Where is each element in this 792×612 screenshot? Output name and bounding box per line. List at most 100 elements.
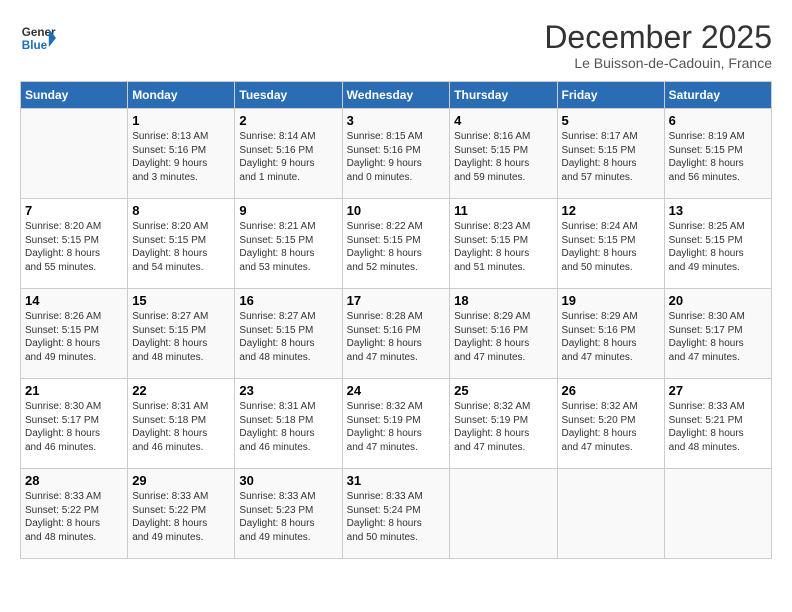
calendar-cell: 16 Sunrise: 8:27 AMSunset: 5:15 PMDayligh… xyxy=(235,289,342,379)
day-number: 16 xyxy=(239,293,337,308)
day-number: 26 xyxy=(562,383,660,398)
day-info: Sunrise: 8:33 AMSunset: 5:21 PMDaylight:… xyxy=(669,400,767,454)
calendar-week-row: 28 Sunrise: 8:33 AMSunset: 5:22 PMDayligh… xyxy=(21,469,772,559)
calendar-week-row: 7 Sunrise: 8:20 AMSunset: 5:15 PMDaylight… xyxy=(21,199,772,289)
day-info: Sunrise: 8:29 AMSunset: 5:16 PMDaylight:… xyxy=(454,310,552,364)
calendar-cell xyxy=(557,469,664,559)
calendar-cell: 29 Sunrise: 8:33 AMSunset: 5:22 PMDayligh… xyxy=(128,469,235,559)
day-number: 30 xyxy=(239,473,337,488)
header-friday: Friday xyxy=(557,82,664,109)
day-info: Sunrise: 8:13 AMSunset: 5:16 PMDaylight:… xyxy=(132,130,230,184)
calendar-cell: 10 Sunrise: 8:22 AMSunset: 5:15 PMDayligh… xyxy=(342,199,450,289)
day-number: 11 xyxy=(454,203,552,218)
calendar-cell: 11 Sunrise: 8:23 AMSunset: 5:15 PMDayligh… xyxy=(450,199,557,289)
calendar-cell: 24Sunrise: 8:32 AMSunset: 5:19 PMDayligh… xyxy=(342,379,450,469)
calendar-header-row: SundayMondayTuesdayWednesdayThursdayFrid… xyxy=(21,82,772,109)
day-number: 29 xyxy=(132,473,230,488)
day-info: Sunrise: 8:28 AMSunset: 5:16 PMDaylight:… xyxy=(347,310,446,364)
calendar-cell: 3 Sunrise: 8:15 AMSunset: 5:16 PMDaylight… xyxy=(342,109,450,199)
calendar-cell: 1 Sunrise: 8:13 AMSunset: 5:16 PMDaylight… xyxy=(128,109,235,199)
calendar-week-row: 1 Sunrise: 8:13 AMSunset: 5:16 PMDaylight… xyxy=(21,109,772,199)
calendar-week-row: 21Sunrise: 8:30 AMSunset: 5:17 PMDayligh… xyxy=(21,379,772,469)
day-info: Sunrise: 8:29 AMSunset: 5:16 PMDaylight:… xyxy=(562,310,660,364)
day-info: Sunrise: 8:22 AMSunset: 5:15 PMDaylight:… xyxy=(347,220,446,274)
header-wednesday: Wednesday xyxy=(342,82,450,109)
day-number: 13 xyxy=(669,203,767,218)
day-number: 31 xyxy=(347,473,446,488)
day-number: 8 xyxy=(132,203,230,218)
day-number: 22 xyxy=(132,383,230,398)
day-info: Sunrise: 8:20 AMSunset: 5:15 PMDaylight:… xyxy=(132,220,230,274)
calendar-cell: 27 Sunrise: 8:33 AMSunset: 5:21 PMDayligh… xyxy=(664,379,771,469)
calendar-cell: 12 Sunrise: 8:24 AMSunset: 5:15 PMDayligh… xyxy=(557,199,664,289)
day-info: Sunrise: 8:31 AMSunset: 5:18 PMDaylight:… xyxy=(239,400,337,454)
calendar-cell xyxy=(664,469,771,559)
day-info: Sunrise: 8:33 AMSunset: 5:22 PMDaylight:… xyxy=(132,490,230,544)
day-number: 12 xyxy=(562,203,660,218)
calendar-cell: 2 Sunrise: 8:14 AMSunset: 5:16 PMDaylight… xyxy=(235,109,342,199)
page-header: General Blue December 2025 Le Buisson-de… xyxy=(20,20,772,71)
day-number: 19 xyxy=(562,293,660,308)
calendar-cell: 30 Sunrise: 8:33 AMSunset: 5:23 PMDayligh… xyxy=(235,469,342,559)
calendar-cell: 26 Sunrise: 8:32 AMSunset: 5:20 PMDayligh… xyxy=(557,379,664,469)
day-info: Sunrise: 8:33 AMSunset: 5:22 PMDaylight:… xyxy=(25,490,123,544)
header-monday: Monday xyxy=(128,82,235,109)
calendar-week-row: 14 Sunrise: 8:26 AMSunset: 5:15 PMDayligh… xyxy=(21,289,772,379)
day-info: Sunrise: 8:32 AMSunset: 5:20 PMDaylight:… xyxy=(562,400,660,454)
day-number: 7 xyxy=(25,203,123,218)
day-info: Sunrise: 8:32 AMSunset: 5:19 PMDaylight:… xyxy=(347,400,446,454)
calendar-cell: 5 Sunrise: 8:17 AMSunset: 5:15 PMDaylight… xyxy=(557,109,664,199)
title-section: December 2025 Le Buisson-de-Cadouin, Fra… xyxy=(544,20,772,71)
day-number: 9 xyxy=(239,203,337,218)
day-number: 20 xyxy=(669,293,767,308)
logo-icon: General Blue xyxy=(20,20,56,56)
calendar-cell: 8 Sunrise: 8:20 AMSunset: 5:15 PMDaylight… xyxy=(128,199,235,289)
calendar-cell: 9Sunrise: 8:21 AMSunset: 5:15 PMDaylight… xyxy=(235,199,342,289)
day-info: Sunrise: 8:16 AMSunset: 5:15 PMDaylight:… xyxy=(454,130,552,184)
calendar-cell: 15Sunrise: 8:27 AMSunset: 5:15 PMDayligh… xyxy=(128,289,235,379)
day-info: Sunrise: 8:32 AMSunset: 5:19 PMDaylight:… xyxy=(454,400,552,454)
day-number: 3 xyxy=(347,113,446,128)
calendar-cell: 7 Sunrise: 8:20 AMSunset: 5:15 PMDaylight… xyxy=(21,199,128,289)
day-info: Sunrise: 8:17 AMSunset: 5:15 PMDaylight:… xyxy=(562,130,660,184)
header-thursday: Thursday xyxy=(450,82,557,109)
day-number: 27 xyxy=(669,383,767,398)
calendar-cell: 18 Sunrise: 8:29 AMSunset: 5:16 PMDayligh… xyxy=(450,289,557,379)
day-number: 28 xyxy=(25,473,123,488)
day-number: 5 xyxy=(562,113,660,128)
calendar-cell: 6 Sunrise: 8:19 AMSunset: 5:15 PMDaylight… xyxy=(664,109,771,199)
day-number: 14 xyxy=(25,293,123,308)
day-info: Sunrise: 8:30 AMSunset: 5:17 PMDaylight:… xyxy=(669,310,767,364)
month-title: December 2025 xyxy=(544,20,772,55)
calendar-cell: 31 Sunrise: 8:33 AMSunset: 5:24 PMDayligh… xyxy=(342,469,450,559)
calendar-cell: 25 Sunrise: 8:32 AMSunset: 5:19 PMDayligh… xyxy=(450,379,557,469)
day-info: Sunrise: 8:30 AMSunset: 5:17 PMDaylight:… xyxy=(25,400,123,454)
day-number: 23 xyxy=(239,383,337,398)
calendar-cell: 4 Sunrise: 8:16 AMSunset: 5:15 PMDaylight… xyxy=(450,109,557,199)
day-number: 1 xyxy=(132,113,230,128)
location-subtitle: Le Buisson-de-Cadouin, France xyxy=(544,55,772,71)
day-number: 2 xyxy=(239,113,337,128)
day-info: Sunrise: 8:14 AMSunset: 5:16 PMDaylight:… xyxy=(239,130,337,184)
day-info: Sunrise: 8:23 AMSunset: 5:15 PMDaylight:… xyxy=(454,220,552,274)
calendar-cell: 21Sunrise: 8:30 AMSunset: 5:17 PMDayligh… xyxy=(21,379,128,469)
calendar-cell: 28 Sunrise: 8:33 AMSunset: 5:22 PMDayligh… xyxy=(21,469,128,559)
day-info: Sunrise: 8:33 AMSunset: 5:24 PMDaylight:… xyxy=(347,490,446,544)
day-number: 4 xyxy=(454,113,552,128)
day-info: Sunrise: 8:25 AMSunset: 5:15 PMDaylight:… xyxy=(669,220,767,274)
day-info: Sunrise: 8:24 AMSunset: 5:15 PMDaylight:… xyxy=(562,220,660,274)
day-info: Sunrise: 8:33 AMSunset: 5:23 PMDaylight:… xyxy=(239,490,337,544)
calendar-cell: 23 Sunrise: 8:31 AMSunset: 5:18 PMDayligh… xyxy=(235,379,342,469)
day-info: Sunrise: 8:27 AMSunset: 5:15 PMDaylight:… xyxy=(239,310,337,364)
day-number: 18 xyxy=(454,293,552,308)
day-number: 6 xyxy=(669,113,767,128)
day-info: Sunrise: 8:15 AMSunset: 5:16 PMDaylight:… xyxy=(347,130,446,184)
day-info: Sunrise: 8:26 AMSunset: 5:15 PMDaylight:… xyxy=(25,310,123,364)
day-number: 17 xyxy=(347,293,446,308)
calendar-cell: 17 Sunrise: 8:28 AMSunset: 5:16 PMDayligh… xyxy=(342,289,450,379)
day-info: Sunrise: 8:20 AMSunset: 5:15 PMDaylight:… xyxy=(25,220,123,274)
day-number: 25 xyxy=(454,383,552,398)
day-info: Sunrise: 8:31 AMSunset: 5:18 PMDaylight:… xyxy=(132,400,230,454)
day-info: Sunrise: 8:19 AMSunset: 5:15 PMDaylight:… xyxy=(669,130,767,184)
day-number: 10 xyxy=(347,203,446,218)
